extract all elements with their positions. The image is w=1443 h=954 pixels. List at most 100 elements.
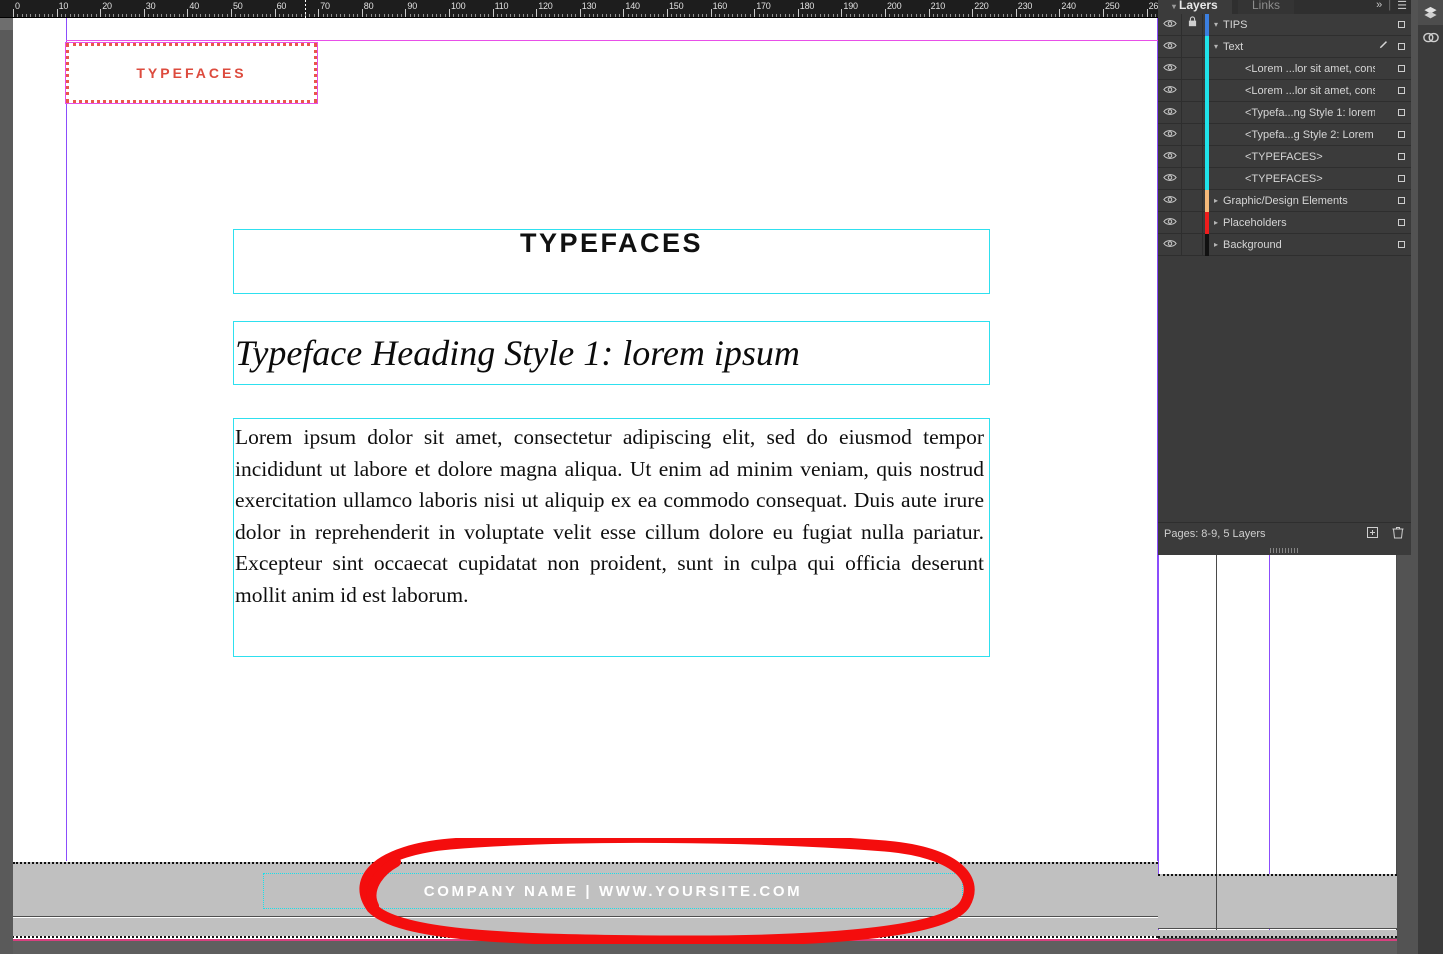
ruler-origin-corner[interactable] — [0, 18, 13, 30]
layer-target-box[interactable] — [1391, 195, 1411, 207]
panel-menu-icon[interactable]: ☰ — [1397, 0, 1407, 12]
ruler-tick-minor — [527, 14, 529, 17]
tab-layers[interactable]: ▾ Layers — [1158, 0, 1232, 14]
horizontal-ruler[interactable]: 0 10 20 30 40 50 60 70 80 90 100 110 120 130 140 150 160… — [0, 0, 1158, 18]
layer-target-box[interactable] — [1391, 217, 1411, 229]
layer-row[interactable]: ▾ TIPS — [1158, 14, 1411, 36]
eye-icon[interactable] — [1158, 195, 1181, 207]
lock-icon[interactable] — [1181, 101, 1203, 124]
layer-row[interactable]: <TYPEFACES> — [1158, 145, 1411, 168]
eye-icon[interactable] — [1158, 19, 1181, 31]
ruler-tick-minor — [767, 14, 769, 17]
panel-resize-grip[interactable] — [1158, 545, 1411, 555]
layer-target-box[interactable] — [1391, 173, 1411, 185]
layers-icon[interactable] — [1418, 0, 1443, 25]
eye-icon[interactable] — [1158, 173, 1181, 185]
ruler-tick-minor — [296, 14, 298, 17]
ruler-tick-major — [623, 9, 625, 17]
lock-icon[interactable] — [1181, 233, 1203, 256]
ruler-tick-major — [187, 9, 189, 17]
eye-icon[interactable] — [1158, 239, 1181, 251]
pasteboard-bottom-right — [1158, 941, 1397, 954]
layer-list[interactable]: ▾TIPS▾Text<Lorem ...lor sit amet, cons..… — [1158, 14, 1411, 522]
layer-target-box[interactable] — [1391, 239, 1411, 251]
layer-target-box[interactable] — [1391, 63, 1411, 75]
lock-icon[interactable] — [1181, 57, 1203, 80]
eye-icon[interactable] — [1158, 85, 1181, 97]
chevron-right-icon[interactable]: ▸ — [1209, 240, 1223, 249]
layer-target-box[interactable] — [1391, 41, 1411, 53]
ruler-tick-minor — [653, 14, 655, 17]
ruler-tick-minor — [680, 14, 682, 17]
ruler-tick-minor — [1085, 14, 1087, 17]
ruler-tick-minor — [806, 14, 808, 17]
layer-target-box[interactable] — [1391, 151, 1411, 163]
eye-icon[interactable] — [1158, 107, 1181, 119]
lock-icon[interactable] — [1181, 14, 1203, 36]
layer-row[interactable]: ▸ Background — [1158, 233, 1411, 256]
chevron-right-icon[interactable]: ▸ — [1209, 196, 1223, 205]
new-layer-icon[interactable] — [1359, 527, 1385, 541]
eye-icon[interactable] — [1158, 41, 1181, 53]
ruler-label: 70 — [320, 1, 330, 11]
lock-icon[interactable] — [1181, 145, 1203, 168]
ruler-tick-minor — [148, 14, 150, 17]
eye-icon[interactable] — [1158, 63, 1181, 75]
ruler-tick-minor — [1033, 14, 1035, 17]
ruler-tick-minor — [283, 14, 285, 17]
ruler-label: 190 — [843, 1, 858, 11]
ruler-tick-minor — [937, 14, 939, 17]
ruler-tick-minor — [1076, 14, 1078, 17]
ruler-tick-minor — [789, 14, 791, 17]
layer-target-box[interactable] — [1391, 85, 1411, 97]
ruler-tick-minor — [65, 14, 67, 17]
ruler-tick-minor — [226, 14, 228, 17]
chevron-down-icon[interactable]: ▾ — [1209, 42, 1223, 51]
ruler-tick-minor — [39, 14, 41, 17]
layer-row[interactable]: <Typefa...g Style 2: Lorem ...> — [1158, 123, 1411, 146]
lock-icon[interactable] — [1181, 79, 1203, 102]
layer-row[interactable]: <Lorem ...lor sit amet, cons...> — [1158, 57, 1411, 80]
lock-icon[interactable] — [1181, 211, 1203, 234]
delete-layer-icon[interactable] — [1385, 526, 1411, 542]
tab-links[interactable]: Links — [1238, 0, 1295, 14]
document-canvas[interactable]: TYPEFACES TYPEFACES Typeface Heading Sty… — [0, 0, 1158, 954]
ruler-tick-minor — [370, 14, 372, 17]
ruler-tick-minor — [662, 14, 664, 17]
ruler-tick-minor — [204, 14, 206, 17]
layer-target-box[interactable] — [1391, 129, 1411, 141]
chevron-right-icon[interactable]: ▸ — [1209, 218, 1223, 227]
chevron-down-icon[interactable]: ▾ — [1209, 20, 1223, 29]
lock-icon[interactable] — [1181, 123, 1203, 146]
ruler-tick-minor — [366, 14, 368, 17]
links-icon[interactable] — [1418, 25, 1443, 50]
ruler-tick-minor — [867, 14, 869, 17]
panel-tab-bar: ▾ Layers Links » | ☰ — [1158, 0, 1411, 14]
layers-panel: ▾ Layers Links » | ☰ ▾ TIPS ▾ Text <Lorem ...… — [1158, 0, 1411, 545]
lock-icon[interactable] — [1181, 35, 1203, 58]
lock-icon[interactable] — [1181, 189, 1203, 212]
layer-row[interactable]: <Lorem ...lor sit amet, cons...> — [1158, 79, 1411, 102]
layer-row[interactable]: ▸ Graphic/Design Elements — [1158, 189, 1411, 212]
ruler-tick-major — [1015, 9, 1017, 17]
panel-overflow-icon[interactable]: » — [1376, 0, 1382, 11]
layer-row[interactable]: <Typefa...ng Style 1: lorem ...> — [1158, 101, 1411, 124]
layer-color-chip — [1205, 79, 1209, 102]
ruler-tick-minor — [510, 14, 512, 17]
ruler-tick-minor — [898, 14, 900, 17]
layer-target-box[interactable] — [1391, 107, 1411, 119]
ruler-tick-minor — [854, 14, 856, 17]
lock-icon[interactable] — [1181, 167, 1203, 190]
ruler-tick-minor — [688, 14, 690, 17]
layer-row[interactable]: ▸ Placeholders — [1158, 211, 1411, 234]
eye-icon[interactable] — [1158, 217, 1181, 229]
layer-row[interactable]: ▾ Text — [1158, 35, 1411, 58]
ruler-tick-minor — [431, 14, 433, 17]
layer-target-box[interactable] — [1391, 19, 1411, 31]
page-footer-band-right — [1158, 874, 1397, 931]
eye-icon[interactable] — [1158, 129, 1181, 141]
layer-row[interactable]: <TYPEFACES> — [1158, 167, 1411, 190]
ruler-tick-minor — [1098, 14, 1100, 17]
eye-icon[interactable] — [1158, 151, 1181, 163]
ruler-label: 40 — [189, 1, 200, 11]
